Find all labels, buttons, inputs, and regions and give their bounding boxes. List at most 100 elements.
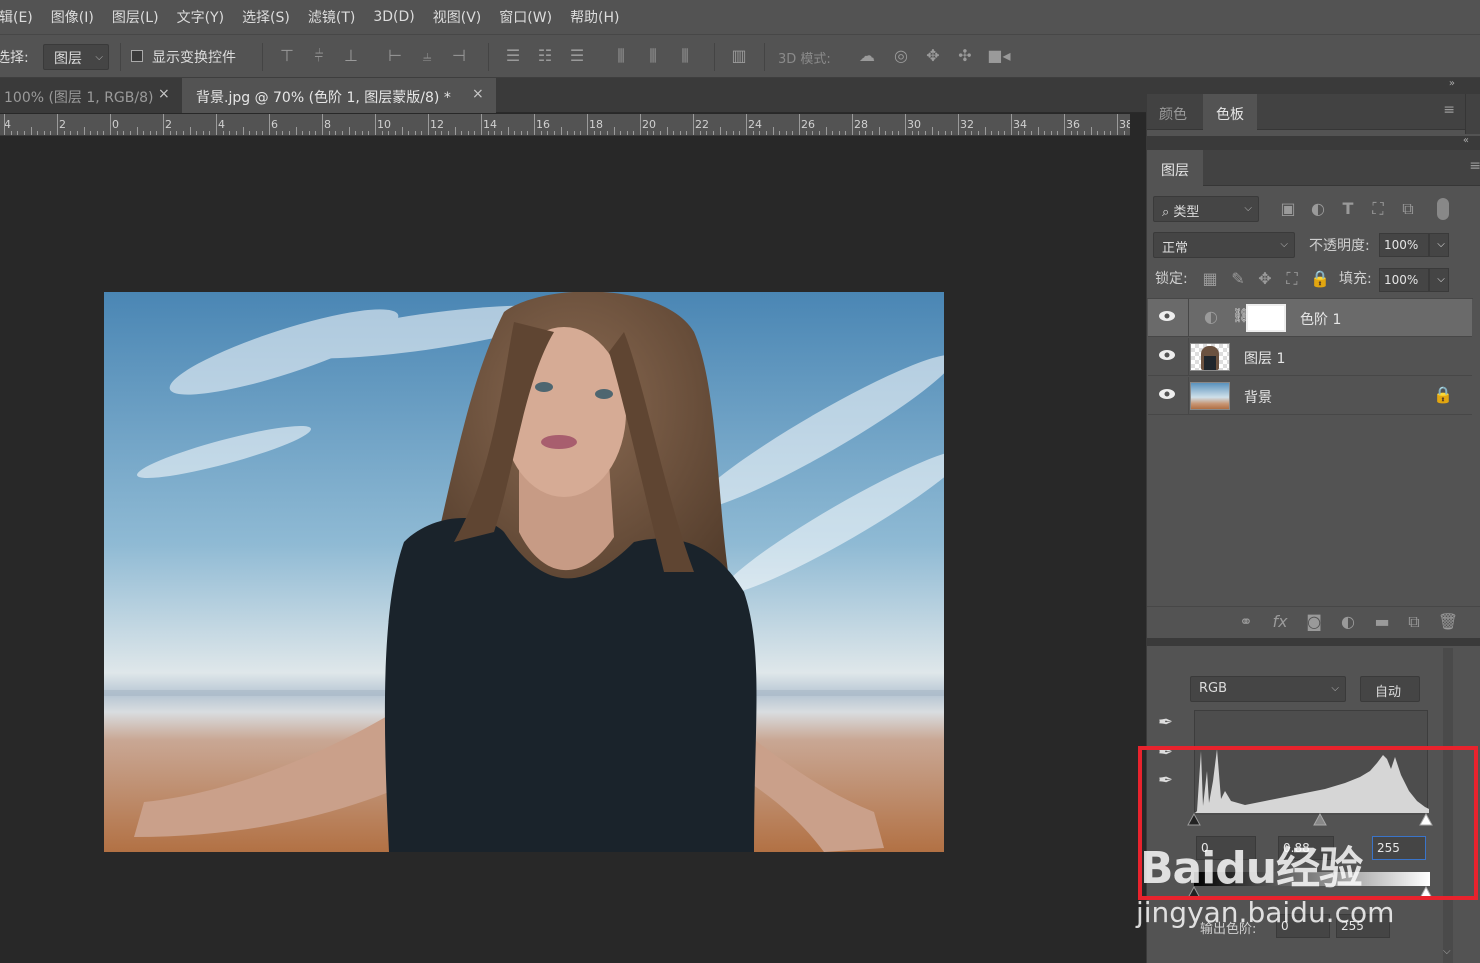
ruler-tick	[653, 131, 655, 135]
add-mask-icon[interactable]: ◙	[1303, 613, 1325, 631]
menu-help[interactable]: 帮助(H)	[561, 7, 628, 27]
filter-text-icon[interactable]: T	[1337, 200, 1359, 218]
fill-dropdown[interactable]: ⌵	[1429, 268, 1449, 292]
ruler-label: 2	[59, 118, 66, 131]
collapsed-panel-strip[interactable]	[1465, 94, 1480, 134]
blend-mode-dropdown[interactable]: 正常 ⌵	[1153, 232, 1295, 258]
layer-row-levels[interactable]: ◐ ⛓ 色阶 1	[1148, 299, 1472, 337]
panel-menu-icon[interactable]: ≡	[1469, 158, 1480, 174]
distribute-bottom-icon[interactable]: ☰	[566, 47, 588, 65]
visibility-eye-icon[interactable]	[1158, 349, 1176, 361]
distribute-left-icon[interactable]: ⫼	[610, 47, 632, 65]
tab-background-document[interactable]: 背景.jpg @ 70% (色阶 1, 图层蒙版/8) * ×	[182, 78, 496, 113]
filter-shape-icon[interactable]: ⛶	[1367, 200, 1389, 218]
roll-3d-icon[interactable]: ◎	[890, 47, 912, 65]
fx-icon[interactable]: fx	[1269, 613, 1291, 631]
channel-dropdown[interactable]: RGB ⌵	[1190, 676, 1346, 702]
link-layers-icon[interactable]: ⚭	[1235, 613, 1257, 631]
menu-edit[interactable]: 辑(E)	[0, 7, 42, 27]
align-vcenter-icon[interactable]: ⫩	[308, 47, 330, 65]
ruler-tick	[534, 114, 535, 135]
trash-icon[interactable]: 🗑	[1437, 613, 1459, 631]
panel-menu-icon[interactable]: ≡	[1443, 102, 1455, 118]
auto-align-icon[interactable]: ▥	[728, 47, 750, 65]
fill-input[interactable]: 100%	[1379, 268, 1429, 292]
ruler-tick	[401, 127, 403, 135]
ruler-tick	[355, 131, 357, 135]
tab-layer1-document[interactable]: 100% (图层 1, RGB/8) ×	[0, 78, 182, 113]
ruler-tick	[136, 127, 138, 135]
filter-toggle-icon[interactable]	[1437, 198, 1449, 220]
layer-name: 色阶 1	[1300, 312, 1342, 328]
document-image[interactable]	[104, 292, 944, 852]
ruler-tick	[63, 131, 65, 135]
menu-select[interactable]: 选择(S)	[233, 7, 299, 27]
opacity-dropdown[interactable]: ⌵	[1429, 233, 1449, 257]
ruler-tick	[699, 131, 701, 135]
distribute-hcenter-icon[interactable]: ⫼	[642, 47, 664, 65]
distribute-vcenter-icon[interactable]: ☷	[534, 47, 556, 65]
camera-3d-icon[interactable]: ■◂	[986, 47, 1012, 65]
opacity-input[interactable]: 100%	[1379, 233, 1429, 257]
auto-select-dropdown[interactable]: 图层 ⌵	[43, 44, 109, 70]
ruler-tick	[481, 114, 482, 135]
ruler-tick	[1030, 131, 1032, 135]
layer-row-background[interactable]: 背景 🔒	[1148, 377, 1472, 415]
close-icon[interactable]: ×	[158, 86, 170, 102]
slide-3d-icon[interactable]: ✣	[954, 47, 976, 65]
lock-artboard-icon[interactable]: ⛶	[1281, 270, 1303, 288]
menu-3d[interactable]: 3D(D)	[364, 9, 423, 25]
tab-swatches[interactable]: 色板	[1203, 94, 1257, 130]
menu-window[interactable]: 窗口(W)	[490, 7, 561, 27]
black-eyedropper-icon[interactable]: ✒	[1158, 712, 1173, 733]
panel-splitter[interactable]	[1147, 638, 1480, 646]
new-layer-icon[interactable]: ⧉	[1403, 613, 1425, 631]
filter-smartobject-icon[interactable]: ⧉	[1397, 200, 1419, 218]
scroll-down-icon[interactable]: ⌵	[1443, 946, 1451, 957]
collapse-panels-icon[interactable]: »	[1449, 78, 1455, 89]
show-transform-checkbox[interactable]	[131, 50, 143, 62]
new-group-icon[interactable]: ▬	[1371, 613, 1393, 631]
filter-adjustment-icon[interactable]: ◐	[1307, 200, 1329, 218]
visibility-eye-icon[interactable]	[1158, 310, 1176, 322]
layer-filter-dropdown[interactable]: ⌕ 类型 ⌵	[1153, 196, 1259, 222]
layer-row-layer1[interactable]: 图层 1	[1148, 338, 1472, 376]
new-adjustment-icon[interactable]: ◐	[1337, 613, 1359, 631]
visibility-eye-icon[interactable]	[1158, 388, 1176, 400]
align-hcenter-icon[interactable]: ⫨	[416, 47, 438, 65]
lock-paint-icon[interactable]: ✎	[1227, 270, 1249, 288]
menu-layer[interactable]: 图层(L)	[103, 7, 168, 27]
distribute-right-icon[interactable]: ⫼	[674, 47, 696, 65]
layer-thumbnail[interactable]	[1190, 343, 1230, 371]
divider	[1188, 338, 1189, 376]
align-left-icon[interactable]: ⊢	[384, 47, 406, 65]
menu-image[interactable]: 图像(I)	[42, 7, 103, 27]
auto-button[interactable]: 自动	[1360, 676, 1420, 702]
tab-color[interactable]: 颜色	[1147, 94, 1199, 130]
layer-mask-thumbnail[interactable]	[1246, 304, 1286, 332]
menu-view[interactable]: 视图(V)	[424, 7, 491, 27]
align-bottom-icon[interactable]: ⊥	[340, 47, 362, 65]
menu-filter[interactable]: 滤镜(T)	[299, 7, 364, 27]
layer-thumbnail[interactable]	[1190, 382, 1230, 410]
ruler-tick	[1004, 131, 1006, 135]
ruler-tick	[123, 131, 125, 135]
close-icon[interactable]: ×	[472, 86, 484, 102]
align-right-icon[interactable]: ⊣	[448, 47, 470, 65]
filter-image-icon[interactable]: ▣	[1277, 200, 1299, 218]
ruler-tick	[646, 131, 648, 135]
align-top-icon[interactable]: ⊤	[276, 47, 298, 65]
ruler-tick	[1070, 131, 1072, 135]
ruler-tick	[467, 131, 469, 135]
orbit-3d-icon[interactable]: ☁	[856, 47, 878, 65]
tab-layers[interactable]: 图层	[1147, 150, 1203, 186]
lock-transparent-icon[interactable]: ▦	[1199, 270, 1221, 288]
lock-all-icon[interactable]: 🔒	[1309, 270, 1331, 288]
distribute-top-icon[interactable]: ☰	[502, 47, 524, 65]
collapse-panels-icon[interactable]: «	[1463, 135, 1469, 146]
ruler-tick	[408, 131, 410, 135]
ruler-tick	[295, 127, 297, 135]
menu-type[interactable]: 文字(Y)	[168, 7, 233, 27]
pan-3d-icon[interactable]: ✥	[922, 47, 944, 65]
lock-position-icon[interactable]: ✥	[1254, 270, 1276, 288]
